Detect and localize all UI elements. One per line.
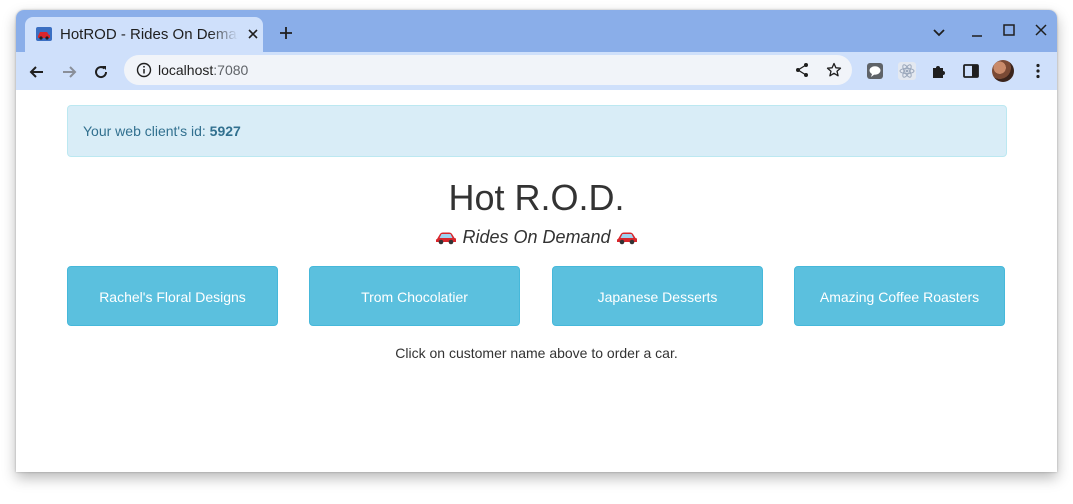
subtitle-text: Rides On Demand <box>462 227 611 247</box>
reload-icon[interactable] <box>92 63 110 81</box>
extensions-puzzle-icon[interactable] <box>930 62 948 80</box>
order-hint: Click on customer name above to order a … <box>395 345 678 361</box>
kebab-menu-icon[interactable] <box>1029 62 1047 80</box>
client-id-alert: Your web client's id: 5927 <box>67 105 1007 157</box>
alert-prefix: Your web client's id: <box>83 123 210 139</box>
car-icon <box>616 229 638 245</box>
car-icon <box>36 27 52 41</box>
page-subtitle: Rides On Demand <box>16 227 1057 248</box>
url-host: localhost <box>158 62 214 78</box>
tab-title: HotROD - Rides On Demand <box>60 26 238 43</box>
forward-arrow-icon[interactable] <box>60 63 78 81</box>
minimize-icon[interactable] <box>969 24 985 40</box>
site-info-icon[interactable] <box>136 62 152 78</box>
side-panel-icon[interactable] <box>962 62 980 80</box>
tab-strip: HotROD - Rides On Demand <box>16 10 1057 52</box>
back-arrow-icon[interactable] <box>28 63 46 81</box>
url-text: localhost:7080 <box>158 62 248 78</box>
alert-text: Your web client's id: 5927 <box>83 123 241 139</box>
browser-tab[interactable]: HotROD - Rides On Demand <box>25 17 263 52</box>
page-content: Your web client's id: 5927 Hot R.O.D. Ri… <box>16 90 1057 472</box>
customer-button-rachels-floral-designs[interactable]: Rachel's Floral Designs <box>67 266 278 326</box>
chevron-down-icon[interactable] <box>931 24 947 40</box>
react-devtools-icon[interactable] <box>898 62 916 80</box>
maximize-icon[interactable] <box>1001 22 1017 38</box>
customer-button-amazing-coffee-roasters[interactable]: Amazing Coffee Roasters <box>794 266 1005 326</box>
close-window-icon[interactable] <box>1033 22 1049 38</box>
share-icon[interactable] <box>794 62 810 78</box>
profile-avatar[interactable] <box>992 60 1014 82</box>
close-tab-icon[interactable] <box>245 26 261 42</box>
customer-button-trom-chocolatier[interactable]: Trom Chocolatier <box>309 266 520 326</box>
address-bar[interactable]: localhost:7080 <box>124 55 852 85</box>
browser-toolbar: localhost:7080 <box>16 52 1057 91</box>
browser-window: HotROD - Rides On Demand localhost:7080 … <box>16 10 1057 472</box>
car-icon <box>435 229 457 245</box>
customer-button-japanese-desserts[interactable]: Japanese Desserts <box>552 266 763 326</box>
new-tab-icon[interactable] <box>278 25 294 41</box>
chat-extension-icon[interactable] <box>866 62 884 80</box>
url-port: :7080 <box>213 62 249 78</box>
page-title: Hot R.O.D. <box>448 177 625 218</box>
bookmark-star-icon[interactable] <box>826 62 842 78</box>
client-id-value: 5927 <box>209 123 241 139</box>
